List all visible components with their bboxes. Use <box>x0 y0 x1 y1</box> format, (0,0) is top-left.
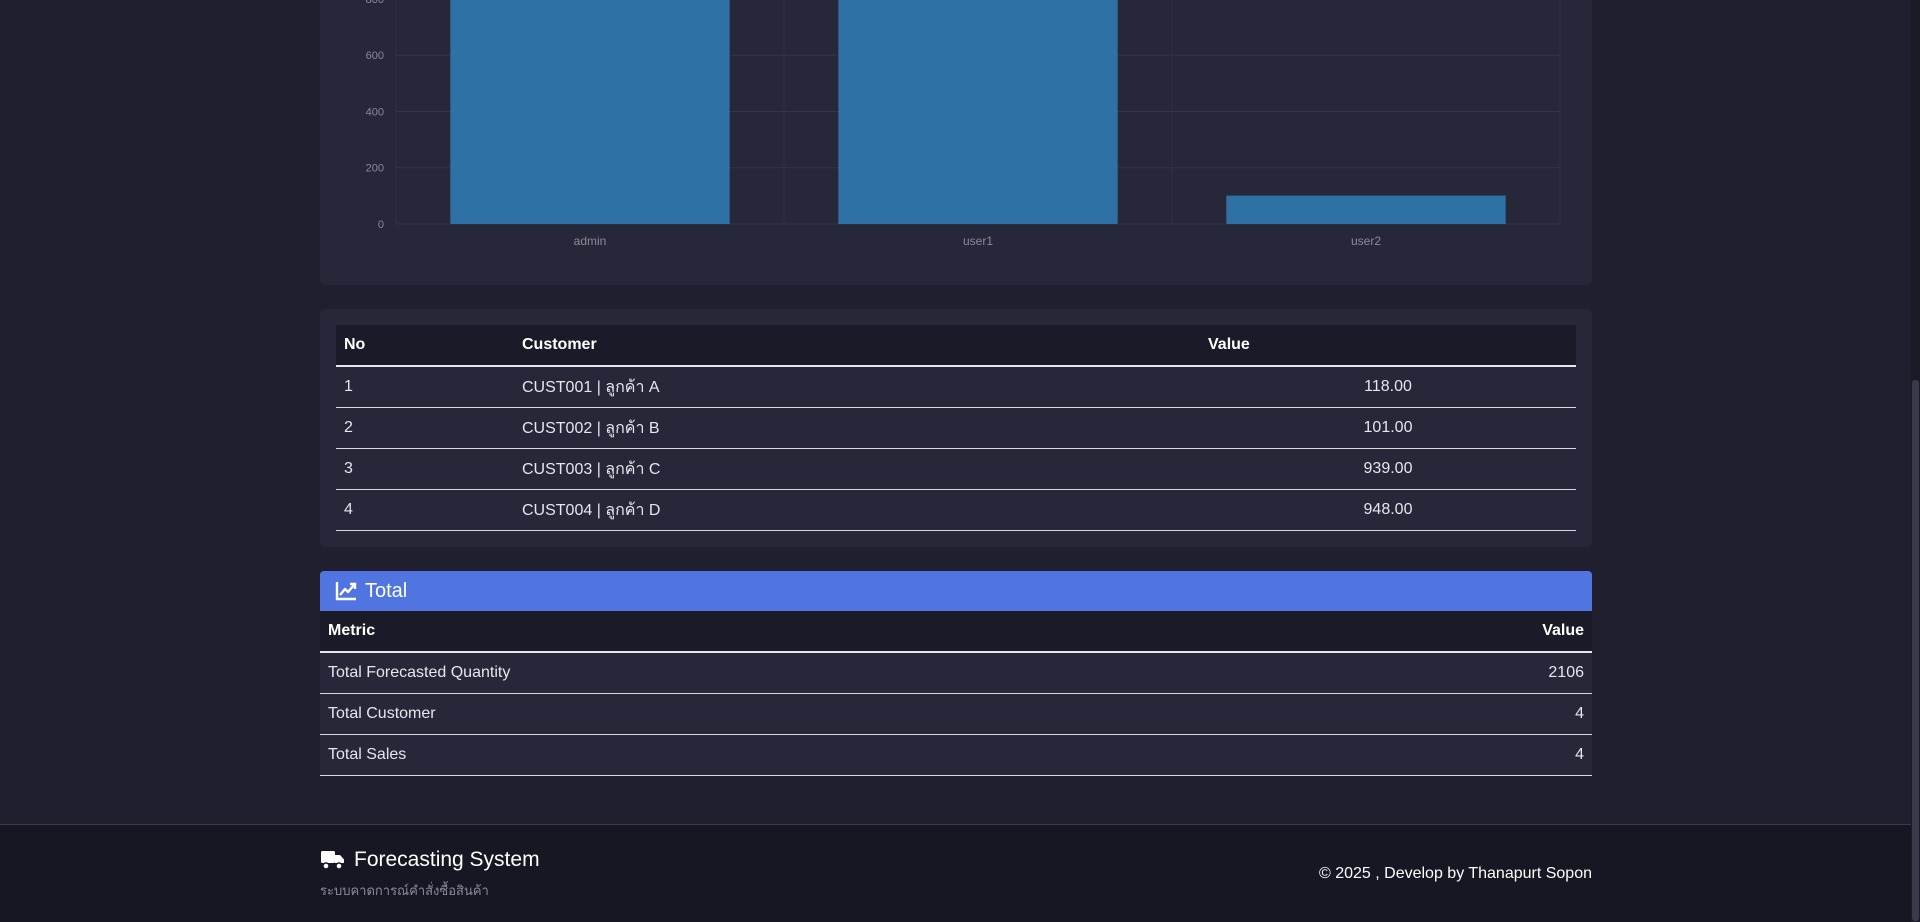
cell-no: 3 <box>336 448 514 490</box>
x-tick-label: admin <box>574 234 607 248</box>
bar-chart: 0 200 400 600 800 admin user1 user2 <box>366 0 1561 248</box>
scrollbar-thumb[interactable] <box>1912 380 1919 921</box>
y-tick-label: 400 <box>366 106 384 118</box>
table-row: 4 CUST004 | ลูกค้า D 948.00 <box>336 489 1576 531</box>
cell-customer: CUST003 | ลูกค้า C <box>514 448 1200 490</box>
cell-value: 4 <box>1304 734 1592 776</box>
cell-metric: Total Customer <box>320 693 1305 735</box>
total-section: Total Metric Value Total Forecasted Quan… <box>320 571 1592 776</box>
copyright-text: © 2025 , Develop by Thanapurt Sopon <box>1318 865 1592 882</box>
y-tick-label: 200 <box>366 163 384 175</box>
page: 0 200 400 600 800 admin user1 user2 No Customer… <box>0 0 1911 922</box>
y-tick-label: 600 <box>366 50 384 62</box>
table-row: 3 CUST003 | ลูกค้า C 939.00 <box>336 448 1576 490</box>
metric-table: Metric Value Total Forecasted Quantity 2… <box>320 611 1592 776</box>
cell-metric: Total Forecasted Quantity <box>320 652 1305 694</box>
column-header-no[interactable]: No <box>336 325 514 367</box>
cell-value: 948.00 <box>1200 489 1576 531</box>
chart-line-icon <box>335 582 357 601</box>
column-header-value[interactable]: Value <box>1304 611 1592 653</box>
table-row: Total Forecasted Quantity 2106 <box>320 652 1592 694</box>
total-title: Total <box>365 579 408 602</box>
footer-brand[interactable]: Forecasting System <box>320 848 540 872</box>
customer-table-card: No Customer Value 1 CUST001 | ลูกค้า A 1… <box>320 309 1592 547</box>
truck-icon <box>321 851 344 870</box>
cell-value: 118.00 <box>1200 366 1576 408</box>
cell-no: 1 <box>336 366 514 408</box>
column-header-metric[interactable]: Metric <box>320 611 1305 653</box>
table-row: Total Sales 4 <box>320 734 1592 776</box>
total-header: Total <box>320 571 1592 611</box>
table-row: 2 CUST002 | ลูกค้า B 101.00 <box>336 407 1576 449</box>
x-tick-label: user1 <box>963 234 993 248</box>
cell-customer: CUST002 | ลูกค้า B <box>514 407 1200 449</box>
cell-no: 4 <box>336 489 514 531</box>
cell-customer: CUST004 | ลูกค้า D <box>514 489 1200 531</box>
x-tick-label: user2 <box>1351 234 1381 248</box>
cell-metric: Total Sales <box>320 734 1305 776</box>
bar <box>1226 195 1506 224</box>
table-header-row: Metric Value <box>320 611 1592 653</box>
brand-subtitle: ระบบคาดการณ์คำสั่งซื้อสินค้า <box>320 883 489 898</box>
brand-name: Forecasting System <box>354 848 540 871</box>
customer-table: No Customer Value 1 CUST001 | ลูกค้า A 1… <box>336 325 1576 531</box>
table-row: 1 CUST001 | ลูกค้า A 118.00 <box>336 366 1576 408</box>
cell-value: 2106 <box>1304 652 1592 694</box>
table-row: Total Customer 4 <box>320 693 1592 735</box>
footer: Forecasting System ระบบคาดการณ์คำสั่งซื้… <box>0 824 1911 922</box>
column-header-value[interactable]: Value <box>1200 325 1576 367</box>
cell-value: 939.00 <box>1200 448 1576 490</box>
y-tick-label: 800 <box>366 0 384 6</box>
table-header-row: No Customer Value <box>336 325 1576 367</box>
cell-value: 101.00 <box>1200 407 1576 449</box>
scrollbar[interactable] <box>1911 0 1920 921</box>
cell-customer: CUST001 | ลูกค้า A <box>514 366 1200 408</box>
cell-no: 2 <box>336 407 514 449</box>
y-tick-label: 0 <box>378 219 384 231</box>
cell-value: 4 <box>1304 693 1592 735</box>
bar <box>450 0 730 224</box>
bar <box>838 0 1118 224</box>
column-header-customer[interactable]: Customer <box>514 325 1200 367</box>
chart-card: 0 200 400 600 800 admin user1 user2 <box>320 0 1592 285</box>
